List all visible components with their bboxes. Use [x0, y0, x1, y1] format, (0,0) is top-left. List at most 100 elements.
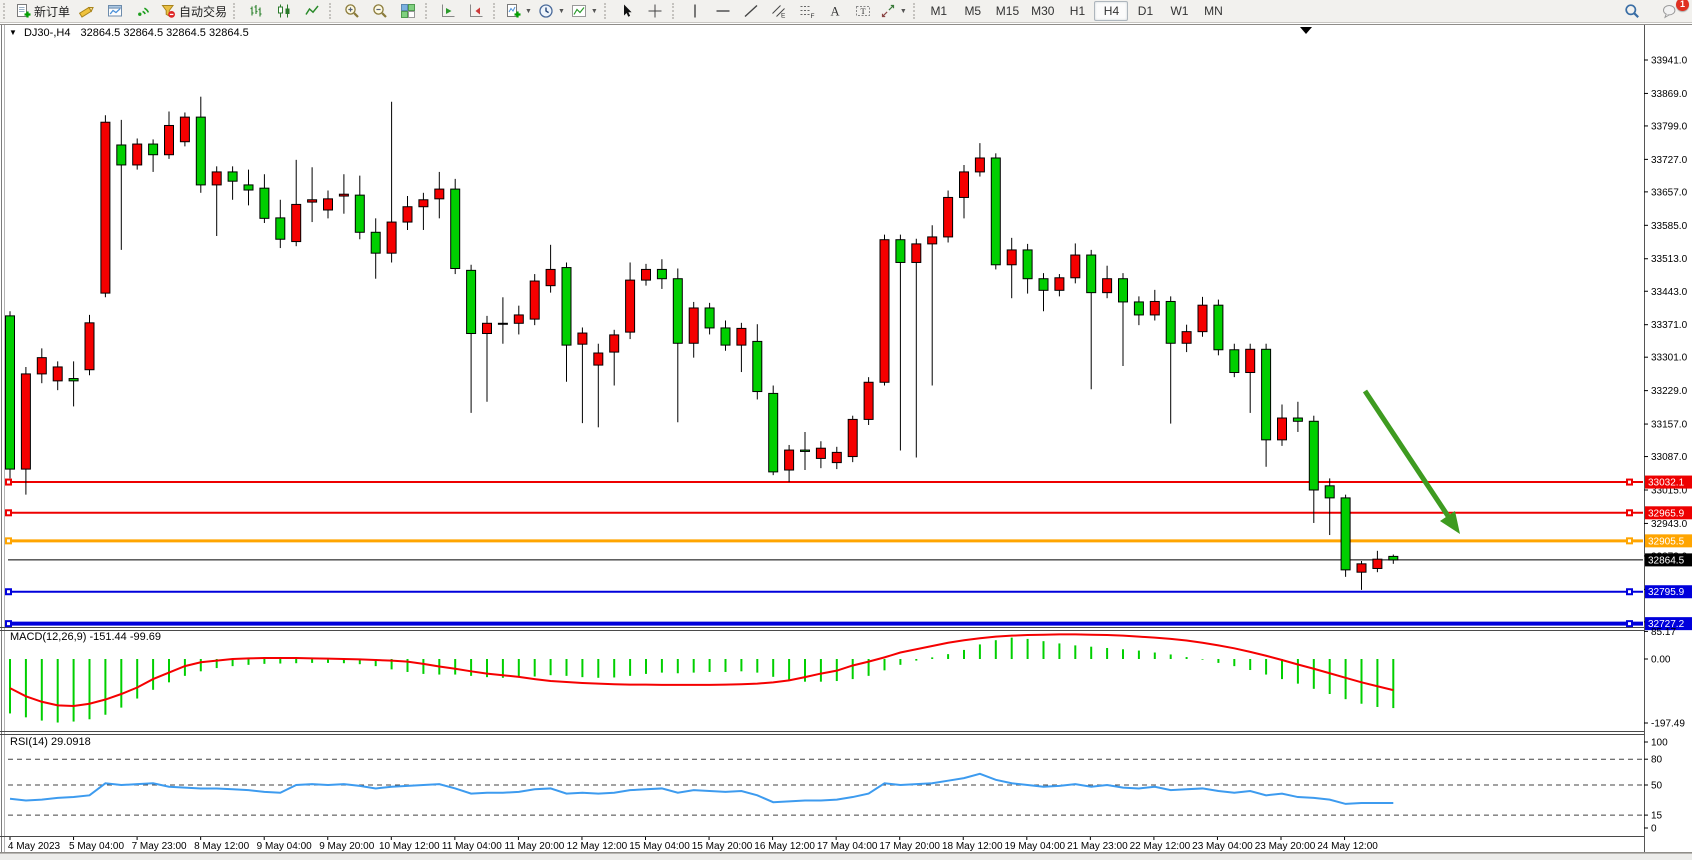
toolbar-group: [613, 0, 669, 22]
price-axis-tick: 32943.0: [1651, 519, 1688, 530]
toolbar-group: [434, 0, 490, 22]
candle-body: [1341, 498, 1350, 570]
candle-body: [1246, 349, 1255, 372]
signals-button[interactable]: [129, 0, 157, 22]
toolbar-group: [338, 0, 422, 22]
line-chart-button[interactable]: [298, 0, 326, 22]
candle-body: [165, 125, 174, 154]
zoom-out-button[interactable]: [366, 0, 394, 22]
rsi-axis-tick: 0: [1651, 824, 1657, 835]
candle-body: [403, 207, 412, 222]
dropdown-arrow-icon[interactable]: ▼: [558, 8, 565, 15]
time-axis-label: 15 May 04:00: [629, 841, 690, 852]
chart-shift-button[interactable]: [462, 0, 490, 22]
chart-ohlc-quotes: 32864.5 32864.5 32864.5 32864.5: [81, 27, 249, 39]
candle-body: [1166, 301, 1175, 343]
new-order-button[interactable]: 新订单: [12, 0, 73, 22]
bar-chart-button[interactable]: [242, 0, 270, 22]
templates-button[interactable]: ▼: [568, 0, 601, 22]
zoom-in-icon: [344, 3, 360, 19]
candle-body: [1389, 556, 1398, 559]
candle-body: [944, 197, 953, 236]
auto-trading-button[interactable]: 自动交易: [157, 0, 230, 22]
candle-body: [673, 279, 682, 344]
trendline-button[interactable]: [737, 0, 765, 22]
dropdown-arrow-icon[interactable]: ▼: [900, 8, 907, 15]
timeframe-m15[interactable]: M15: [990, 1, 1025, 21]
price-axis-tick: 33941.0: [1651, 56, 1688, 67]
text-label-button[interactable]: T: [849, 0, 877, 22]
timeframe-mn[interactable]: MN: [1196, 1, 1230, 21]
fibonacci-button[interactable]: F: [793, 0, 821, 22]
timeframe-m5[interactable]: M5: [956, 1, 990, 21]
toolbar-group-grip: [233, 3, 238, 19]
equidistant-channel-button[interactable]: E: [765, 0, 793, 22]
chart-symbol-period: DJ30-,H4: [24, 27, 70, 39]
text-button[interactable]: A: [821, 0, 849, 22]
timeframe-d1[interactable]: D1: [1128, 1, 1162, 21]
rsi-axis-tick: 80: [1651, 755, 1663, 766]
candle-body: [912, 244, 921, 263]
trend-arrow-object[interactable]: [1365, 391, 1448, 516]
candle-body: [21, 374, 30, 469]
time-axis-label: 4 May 2023: [8, 841, 61, 852]
toolbar-group: 新订单 自动交易: [12, 0, 230, 22]
dropdown-arrow-icon[interactable]: ▼: [591, 8, 598, 15]
notifications-button[interactable]: 1: [1656, 0, 1684, 22]
candle-body: [785, 450, 794, 470]
timeframe-m1[interactable]: M1: [922, 1, 956, 21]
candle-body: [196, 117, 205, 185]
indicators-button[interactable]: ▼: [502, 0, 535, 22]
candlestick-chart-button[interactable]: [270, 0, 298, 22]
time-axis-label: 19 May 04:00: [1004, 841, 1065, 852]
profiles-button[interactable]: [101, 0, 129, 22]
candle-body: [1023, 250, 1032, 279]
timeframe-w1[interactable]: W1: [1162, 1, 1196, 21]
tile-windows-button[interactable]: [394, 0, 422, 22]
timeframe-m15-label: M15: [996, 4, 1019, 18]
cursor-button[interactable]: [613, 0, 641, 22]
bars-icon: [248, 3, 264, 19]
dropdown-arrow-icon[interactable]: ▼: [525, 8, 532, 15]
svg-text:F: F: [810, 13, 814, 19]
timeframe-h4[interactable]: H4: [1094, 1, 1128, 21]
zoom-in-button[interactable]: [338, 0, 366, 22]
macd-axis-tick: -197.49: [1651, 719, 1685, 730]
time-axis-label: 23 May 20:00: [1255, 841, 1316, 852]
time-axis-label: 11 May 04:00: [442, 841, 502, 852]
timeframe-mn-label: MN: [1204, 4, 1223, 18]
periods-button[interactable]: ▼: [535, 0, 568, 22]
timeframe-h1[interactable]: H1: [1060, 1, 1094, 21]
candle-body: [498, 323, 507, 324]
rsi-axis-tick: 50: [1651, 781, 1663, 792]
price-axis-tick: 33301.0: [1651, 353, 1688, 364]
timeframe-m5-label: M5: [964, 4, 981, 18]
candle-body: [991, 158, 1000, 265]
price-axis-tick: 33371.0: [1651, 320, 1688, 331]
candle-body: [1182, 332, 1191, 344]
search-button[interactable]: [1618, 0, 1646, 22]
timeframe-m30[interactable]: M30: [1025, 1, 1060, 21]
symbol-dropdown-icon[interactable]: ▼: [9, 28, 17, 37]
price-axis-tick: 33869.0: [1651, 89, 1688, 100]
candle-body: [260, 188, 269, 218]
time-axis-label: 17 May 20:00: [879, 841, 940, 852]
arrows-button[interactable]: ▼: [877, 0, 910, 22]
crosshair-button[interactable]: [641, 0, 669, 22]
price-axis-tick: 33727.0: [1651, 155, 1688, 166]
vertical-line-button[interactable]: [681, 0, 709, 22]
price-axis-tick: 33443.0: [1651, 287, 1688, 298]
candle-body: [1309, 421, 1318, 490]
candle-body: [1087, 255, 1096, 293]
candle-body: [1119, 279, 1128, 302]
chart-shift-marker-icon: [1300, 27, 1312, 34]
styler-button[interactable]: [73, 0, 101, 22]
candle-body: [848, 419, 857, 456]
price-axis-tick: 33157.0: [1651, 420, 1688, 431]
trend-arrow-head[interactable]: [1440, 511, 1460, 534]
timeframe-m30-label: M30: [1031, 4, 1054, 18]
horizontal-line-button[interactable]: [709, 0, 737, 22]
search-icon: [1624, 3, 1640, 19]
auto-scroll-button[interactable]: [434, 0, 462, 22]
textA-icon: A: [827, 3, 843, 19]
